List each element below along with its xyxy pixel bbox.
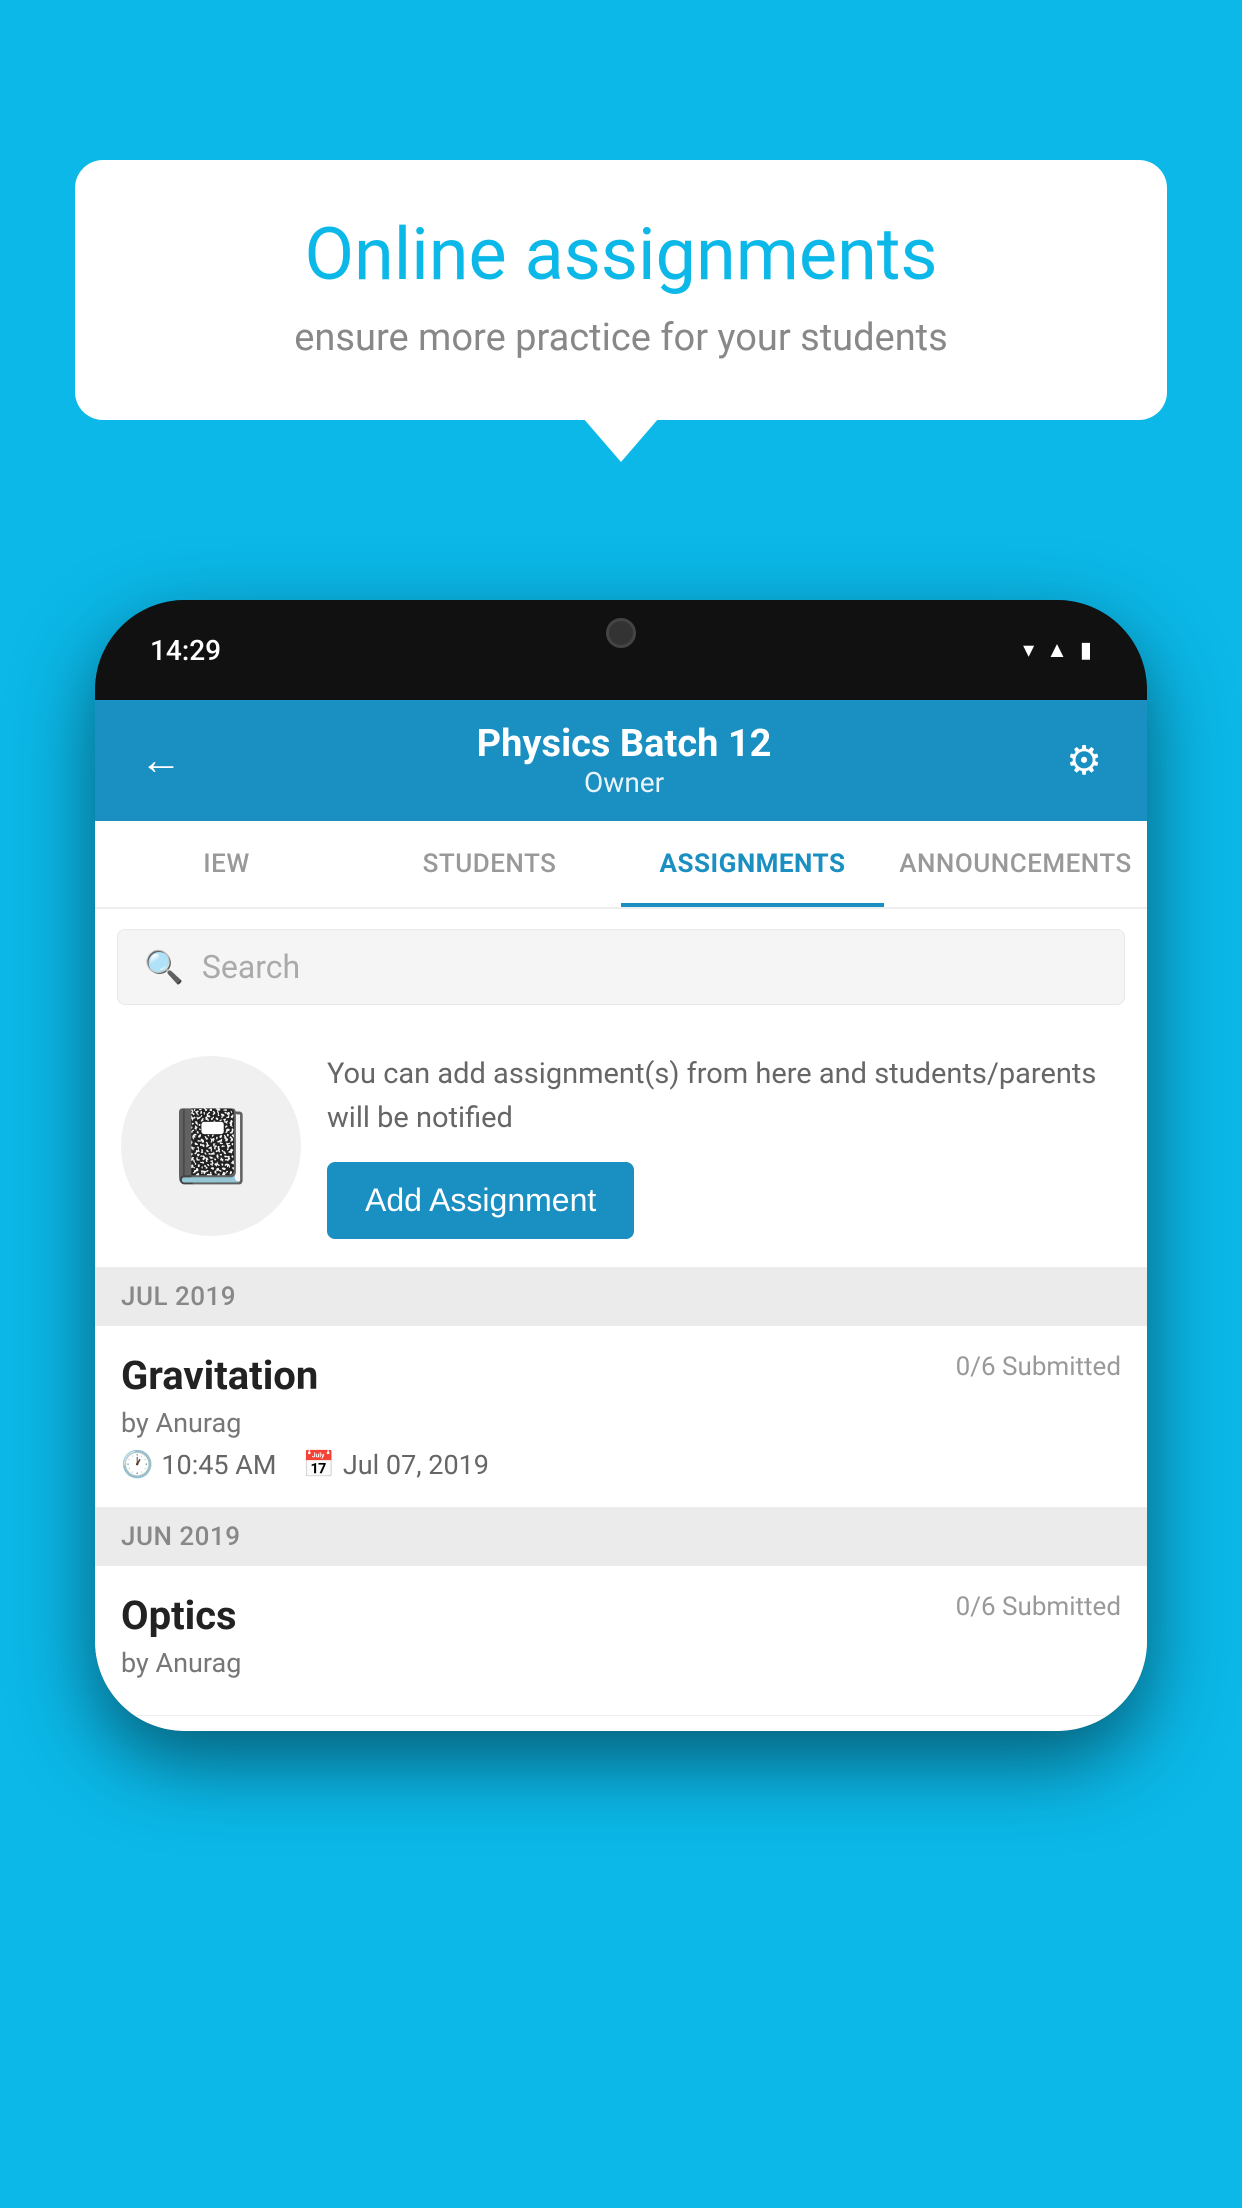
- assignment-top-row: Gravitation 0/6 Submitted: [121, 1352, 1121, 1399]
- section-month-jun: JUN 2019: [121, 1522, 240, 1552]
- phone-bottom: [95, 1716, 1147, 1731]
- assignment-details-gravitation: 🕐 10:45 AM 📅 Jul 07, 2019: [121, 1449, 1121, 1481]
- search-bar[interactable]: 🔍 Search: [117, 929, 1125, 1005]
- assignment-submitted-gravitation: 0/6 Submitted: [956, 1352, 1121, 1382]
- tab-iew[interactable]: IEW: [95, 821, 358, 907]
- search-placeholder: Search: [202, 948, 300, 986]
- clock-icon: 🕐: [121, 1450, 153, 1480]
- phone-container: 14:29 ▾ ▲ ▮ ← Physics Batch 12 Owner ⚙ I…: [95, 600, 1147, 1731]
- header-title: Physics Batch 12: [477, 722, 772, 766]
- assignment-item-gravitation[interactable]: Gravitation 0/6 Submitted by Anurag 🕐 10…: [95, 1326, 1147, 1508]
- settings-icon[interactable]: ⚙: [1066, 737, 1102, 784]
- assignment-name-optics: Optics: [121, 1592, 237, 1639]
- phone-notch: [521, 600, 721, 668]
- status-bar: 14:29 ▾ ▲ ▮: [95, 600, 1147, 700]
- section-month-jul: JUL 2019: [121, 1282, 236, 1312]
- assignment-date-gravitation: 📅 Jul 07, 2019: [303, 1449, 489, 1481]
- signal-icon: ▲: [1046, 637, 1068, 663]
- promo-right: You can add assignment(s) from here and …: [327, 1053, 1121, 1239]
- phone: 14:29 ▾ ▲ ▮ ← Physics Batch 12 Owner ⚙ I…: [95, 600, 1147, 1731]
- speech-bubble-subtitle: ensure more practice for your students: [140, 316, 1102, 360]
- assignment-meta-optics: by Anurag: [121, 1647, 1121, 1679]
- speech-bubble-container: Online assignments ensure more practice …: [75, 160, 1167, 420]
- assignment-name-gravitation: Gravitation: [121, 1352, 318, 1399]
- speech-bubble-title: Online assignments: [140, 215, 1102, 294]
- assignment-top-row-optics: Optics 0/6 Submitted: [121, 1592, 1121, 1639]
- status-time: 14:29: [150, 634, 221, 667]
- app-header: ← Physics Batch 12 Owner ⚙: [95, 700, 1147, 821]
- wifi-icon: ▾: [1023, 638, 1034, 663]
- assignment-item-optics[interactable]: Optics 0/6 Submitted by Anurag: [95, 1566, 1147, 1716]
- notebook-icon: 📓: [166, 1104, 256, 1189]
- battery-icon: ▮: [1080, 638, 1092, 663]
- promo-section: 📓 You can add assignment(s) from here an…: [95, 1025, 1147, 1268]
- section-header-jun: JUN 2019: [95, 1508, 1147, 1566]
- header-subtitle: Owner: [477, 766, 772, 799]
- tab-students[interactable]: STUDENTS: [358, 821, 621, 907]
- tab-assignments[interactable]: ASSIGNMENTS: [621, 821, 884, 907]
- screen-content: 🔍 Search 📓 You can add assignment(s) fro…: [95, 909, 1147, 1731]
- section-header-jul: JUL 2019: [95, 1268, 1147, 1326]
- promo-text: You can add assignment(s) from here and …: [327, 1053, 1121, 1140]
- back-button[interactable]: ←: [140, 736, 182, 785]
- promo-icon-circle: 📓: [121, 1056, 301, 1236]
- assignment-submitted-optics: 0/6 Submitted: [956, 1592, 1121, 1622]
- tab-announcements[interactable]: ANNOUNCEMENTS: [884, 821, 1147, 907]
- tabs-container: IEW STUDENTS ASSIGNMENTS ANNOUNCEMENTS: [95, 821, 1147, 909]
- speech-bubble: Online assignments ensure more practice …: [75, 160, 1167, 420]
- assignment-meta-gravitation: by Anurag: [121, 1407, 1121, 1439]
- search-icon: 🔍: [144, 948, 184, 986]
- status-icons: ▾ ▲ ▮: [1023, 637, 1092, 663]
- phone-camera: [606, 618, 636, 648]
- search-container: 🔍 Search: [95, 909, 1147, 1025]
- add-assignment-button[interactable]: Add Assignment: [327, 1162, 634, 1239]
- assignment-time-gravitation: 🕐 10:45 AM: [121, 1449, 277, 1481]
- header-center: Physics Batch 12 Owner: [477, 722, 772, 799]
- calendar-icon: 📅: [303, 1450, 335, 1480]
